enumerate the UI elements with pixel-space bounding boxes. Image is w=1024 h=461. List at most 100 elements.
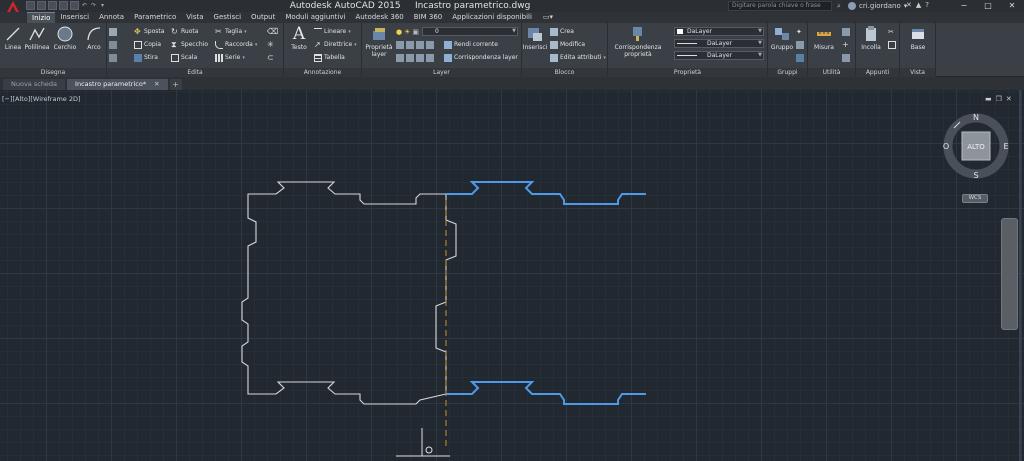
serie-dropdown-icon[interactable]: ▾ [242,55,245,61]
search-input[interactable]: Digitare parola chiave o frase [728,1,832,11]
doctab-close-icon[interactable]: ✕ [154,80,159,88]
tab-applicazioni-disponibili[interactable]: Applicazioni disponibili [447,12,537,23]
panel-gruppi-title[interactable]: Gruppi [768,68,807,77]
drawing-viewport[interactable]: [−][Alto][Wireframe 2D] ▬ ❐ ✕ ALTO N S E… [0,90,1024,461]
ribbon-options-icon[interactable]: ▭▾ [537,12,559,23]
layer-unlock-icon[interactable] [416,53,424,62]
layer-freeze-icon[interactable] [416,40,424,49]
group-edit-button[interactable] [796,39,804,50]
help-icon[interactable]: ? [925,1,929,9]
inserisci-button[interactable]: Inserisci [522,25,548,51]
cad-drawing[interactable] [0,90,1024,461]
lock-icon[interactable]: ▣ [412,28,419,36]
compass-south[interactable]: S [973,171,978,180]
viewcube[interactable]: ALTO N S E O [940,108,1012,188]
erase-button[interactable]: ⌫ [267,26,278,37]
cerchio-button[interactable]: Cerchio [52,25,78,51]
new-file-icon[interactable] [26,1,35,10]
specchio-button[interactable]: ⧗ Specchio [171,39,208,50]
close-icon[interactable]: ✕ [1000,0,1024,12]
modifica-button[interactable]: Modifica [550,39,585,50]
tab-bim-360[interactable]: BIM 360 [409,12,448,23]
layer-thaw-icon[interactable] [406,53,414,62]
tab-vista[interactable]: Vista [181,12,208,23]
select-all-button[interactable] [842,52,850,63]
lineare-button[interactable]: Lineare ▾ [314,26,351,37]
doctab-incastro-parametrico[interactable]: Incastro parametrico* ✕ [67,79,168,90]
panel-appunti-title[interactable]: Appunti [856,68,899,77]
tabella-button[interactable]: Tabella [314,52,345,63]
layer-unisolate-icon[interactable] [396,53,404,62]
cut-button[interactable]: ✂ [888,26,896,37]
layer-lock-icon[interactable] [426,40,434,49]
raccorda-button[interactable]: Raccorda ▾ [215,39,257,50]
group-select-button[interactable] [796,52,804,63]
crea-button[interactable]: Crea [550,26,574,37]
corrispondenza-layer-button[interactable]: Corrispondenza layer [444,52,518,63]
panel-disegna-title[interactable]: Disegna [0,68,106,77]
testo-button[interactable]: A Testo [286,25,312,51]
selected-bottom-profile[interactable] [446,381,646,405]
ruota-button[interactable]: ↻ Ruota [171,26,198,37]
user-account[interactable]: cri.giordano ▾ [848,0,907,12]
interlock-piece-outline[interactable] [241,181,447,405]
redo-icon[interactable]: ↷ [90,1,97,10]
panel-edita-title[interactable]: Edita [107,68,283,77]
layer-isolate-icon[interactable] [406,40,414,49]
light-bulb-icon[interactable]: ● [396,28,402,36]
lineare-dropdown-icon[interactable]: ▾ [348,29,351,35]
panel-proprieta-title[interactable]: Proprietà [608,68,767,77]
panel-layer-title[interactable]: Layer [362,68,521,77]
compass-east[interactable]: E [1003,142,1008,151]
undo-icon[interactable]: ↶ [81,1,88,10]
layer-walk-icon[interactable] [426,53,434,62]
hatch-icon[interactable] [109,40,117,49]
taglia-dropdown-icon[interactable]: ▾ [244,29,247,35]
misura-button[interactable]: Misura [811,25,837,51]
tab-parametrico[interactable]: Parametrico [129,12,181,23]
tab-autodesk-360[interactable]: Autodesk 360 [350,12,408,23]
copy-clip-button[interactable] [888,39,896,50]
proprieta-layer-button[interactable]: Proprietà layer [364,25,394,58]
sun-icon[interactable]: ☀ [404,28,410,36]
rectangle-icon[interactable] [109,27,117,36]
copia-button[interactable]: Copia [134,39,161,50]
raccorda-dropdown-icon[interactable]: ▾ [255,42,258,48]
linetype-dropdown[interactable]: DaLayer ▼ [674,39,764,48]
color-dropdown[interactable]: DaLayer ▼ [674,27,764,36]
compass-north[interactable]: N [973,113,979,122]
edita-attributi-dropdown-icon[interactable]: ▾ [603,55,606,61]
arco-button[interactable]: Arco [81,25,107,51]
taglia-button[interactable]: ✂ Taglia ▾ [215,26,247,37]
region-icon[interactable] [109,53,117,62]
qat-dropdown-icon[interactable]: ▾ [99,1,106,10]
minimize-icon[interactable]: − [952,0,976,12]
polilinea-button[interactable]: Polilinea [24,25,50,51]
tab-annota[interactable]: Annota [94,12,129,23]
explode-button[interactable]: ✳ [267,39,275,50]
linea-button[interactable]: Linea [0,25,26,51]
open-file-icon[interactable] [37,1,46,10]
gruppo-button[interactable]: Gruppo [769,25,795,51]
edita-attributi-button[interactable]: Edita attributi ▾ [550,52,606,63]
serie-button[interactable]: Serie ▾ [215,52,245,63]
layer-off-icon[interactable] [396,40,404,49]
tab-inizio[interactable]: Inizio [27,12,56,23]
maximize-icon[interactable]: □ [976,0,1000,12]
layer-dropdown[interactable]: 0 ▼ [422,27,518,36]
base-button[interactable]: Base [905,25,931,51]
panel-annotazione-title[interactable]: Annotazione [284,68,361,77]
panel-vista-title[interactable]: Vista [900,68,935,77]
panel-blocco-title[interactable]: Blocco [522,68,607,77]
tab-moduli-aggiuntivi[interactable]: Moduli aggiuntivi [280,12,350,23]
autodesk-360-icon[interactable]: ▲ [916,1,921,9]
ucs-menu[interactable]: WCS [962,194,988,203]
ungroup-button[interactable]: ✦ [796,26,804,37]
exchange-apps-icon[interactable]: ✕ [906,1,912,9]
stira-button[interactable]: Stira [134,52,158,63]
tab-inserisci[interactable]: Inserisci [55,12,94,23]
scala-button[interactable]: Scala [171,52,197,63]
tab-output[interactable]: Output [246,12,280,23]
search-icon[interactable]: ⌕ [834,1,844,11]
doctab-nuova-scheda[interactable]: Nuova scheda [3,79,66,90]
